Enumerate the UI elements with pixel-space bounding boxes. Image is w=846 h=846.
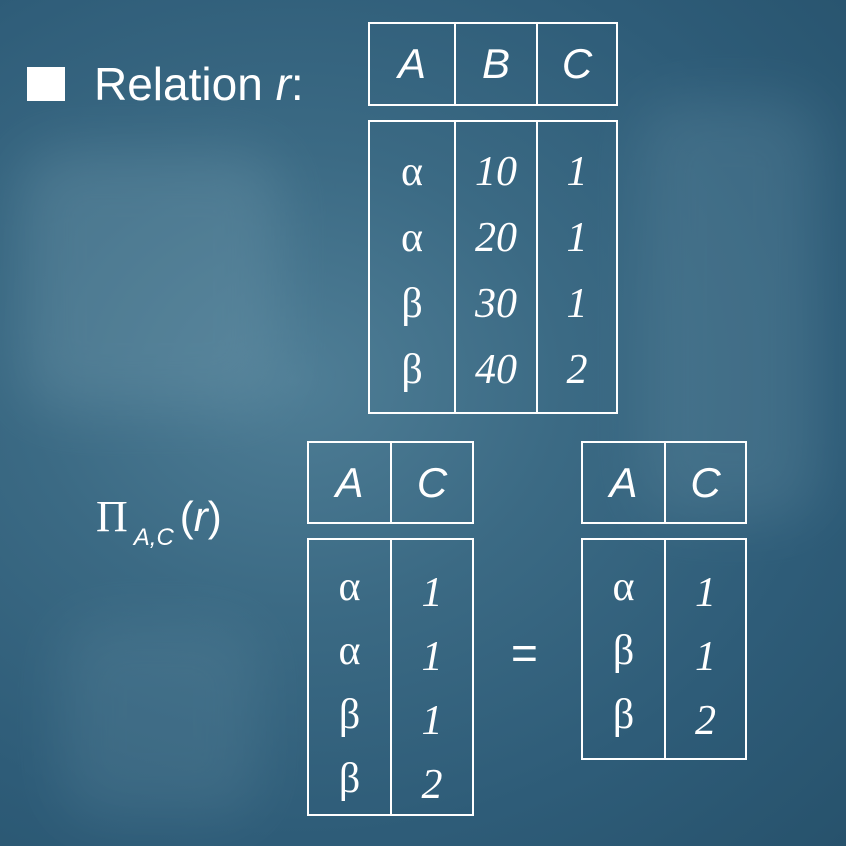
column-header: A [335,458,364,506]
table-cell: β [401,281,423,327]
table-cell: 1 [421,698,443,744]
projection-arg: r [193,493,208,540]
relation-r-header: A B C [368,22,618,106]
column-header: A [609,458,638,506]
relation-name: r [275,58,291,110]
column-header: C [416,458,448,506]
projection-dedup-header: A C [581,441,747,524]
projection-result-body: α 1 α 1 β 1 β 2 [307,538,474,816]
paren-close: ) [207,493,222,540]
table-cell: 1 [566,215,588,261]
paren-open: ( [179,493,194,540]
table-cell: 2 [421,762,443,808]
projection-dedup-body: α 1 β 1 β 2 [581,538,747,760]
table-cell: 10 [475,149,517,195]
column-header: C [690,458,721,506]
equals-sign: = [511,627,538,679]
relation-title: Relation r: [94,58,304,110]
projection-expression: Π A,C (r) [96,491,222,551]
table-cell: 20 [475,215,517,261]
table-cell: 1 [695,634,716,680]
relation-label-text: Relation [94,58,263,110]
table-cell: α [612,564,635,610]
table-cell: 1 [566,281,588,327]
background-blur [20,150,280,410]
table-cell: α [400,215,423,261]
bullet-square-icon [27,67,65,101]
table-cell: 1 [695,570,716,616]
table-cell: β [338,756,361,802]
table-cell: α [338,628,361,674]
pi-symbol: Π [96,492,128,541]
table-cell: 1 [421,570,443,616]
table-cell: 40 [475,347,517,393]
table-cell: 2 [695,698,716,744]
relation-r-body: α 10 1 α 20 1 β 30 1 β 40 2 [368,120,618,414]
column-header: A [397,40,426,87]
table-cell: β [401,347,423,393]
projection-subscript: A,C [133,524,174,551]
column-header: C [561,40,593,87]
projection-result-header: A C [307,441,474,524]
column-header: B [481,40,510,87]
table-cell: β [612,692,635,738]
table-cell: β [612,628,635,674]
table-cell: 30 [475,281,517,327]
table-cell: 1 [421,634,443,680]
table-cell: 1 [566,149,588,195]
table-cell: 2 [566,347,588,393]
background-blur [60,620,260,820]
table-cell: α [400,149,423,195]
relation-colon: : [290,58,304,110]
table-cell: β [338,692,361,738]
table-cell: α [338,564,361,610]
